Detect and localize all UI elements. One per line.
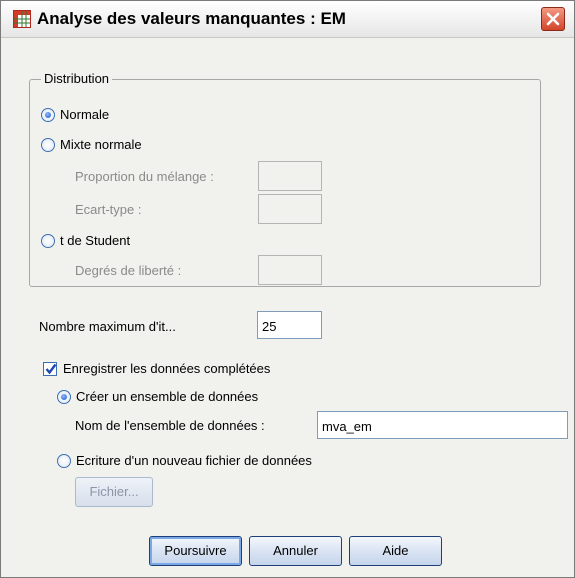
cancel-button[interactable]: Annuler xyxy=(249,536,342,566)
dataset-name-input[interactable]: mva_em xyxy=(317,411,568,439)
checkbox-indicator xyxy=(43,361,57,376)
radio-indicator xyxy=(41,107,55,122)
dof-label: Degrés de liberté : xyxy=(75,263,182,278)
radio-indicator xyxy=(57,453,71,468)
radio-indicator xyxy=(57,389,71,404)
distribution-legend: Distribution xyxy=(41,71,113,86)
radio-normal-label: Normale xyxy=(60,107,110,122)
radio-student-t-label: t de Student xyxy=(60,233,131,248)
radio-mixed-normal-label: Mixte normale xyxy=(60,137,142,152)
mixture-proportion-input[interactable] xyxy=(258,161,322,191)
max-iterations-label: Nombre maximum d'it... xyxy=(39,319,176,334)
dataset-name-label: Nom de l'ensemble de données : xyxy=(75,418,265,433)
file-button[interactable]: Fichier... xyxy=(75,477,153,507)
max-iterations-input[interactable]: 25 xyxy=(257,311,322,339)
checkmark-icon xyxy=(45,363,57,374)
radio-new-file-label: Ecriture d'un nouveau fichier de données xyxy=(76,453,312,468)
title-bar: Analyse des valeurs manquantes : EM xyxy=(1,1,574,38)
mixture-stddev-input[interactable] xyxy=(258,194,322,224)
radio-indicator xyxy=(41,137,55,152)
dof-input[interactable] xyxy=(258,255,322,285)
mixture-stddev-label: Ecart-type : xyxy=(75,202,142,217)
help-button[interactable]: Aide xyxy=(349,536,442,566)
spreadsheet-icon xyxy=(13,10,31,28)
continue-button[interactable]: Poursuivre xyxy=(149,536,242,566)
radio-mixed-normal[interactable]: Mixte normale xyxy=(41,137,142,152)
save-completed-label: Enregistrer les données complétées xyxy=(63,361,271,376)
radio-create-dataset-label: Créer un ensemble de données xyxy=(76,389,259,404)
radio-normal[interactable]: Normale xyxy=(41,107,109,122)
radio-student-t[interactable]: t de Student xyxy=(41,233,130,248)
window-title: Analyse des valeurs manquantes : EM xyxy=(37,9,346,28)
dialog-window: Analyse des valeurs manquantes : EM Dist… xyxy=(0,0,575,578)
save-completed-checkbox[interactable]: Enregistrer les données complétées xyxy=(43,361,270,376)
close-icon xyxy=(546,12,560,26)
radio-create-dataset[interactable]: Créer un ensemble de données xyxy=(57,389,258,404)
radio-indicator xyxy=(41,233,55,248)
close-button[interactable] xyxy=(541,7,565,31)
radio-new-file[interactable]: Ecriture d'un nouveau fichier de données xyxy=(57,453,312,468)
mixture-proportion-label: Proportion du mélange : xyxy=(75,169,214,184)
